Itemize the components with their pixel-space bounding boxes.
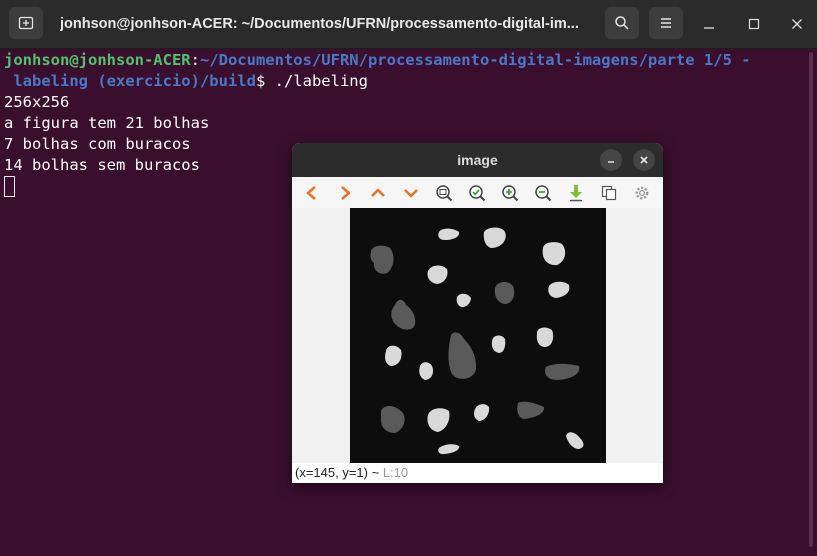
minimize-icon [608,161,614,163]
minimize-icon [704,27,714,29]
search-icon [615,16,629,30]
prompt-separator: : [190,51,200,69]
image-close-button[interactable] [633,149,655,171]
copy-icon [601,185,617,201]
hamburger-menu-icon [661,18,671,28]
zoom-100-icon [469,185,486,202]
window-title: jonhson@jonhson-ACER: ~/Documentos/UFRN/… [60,16,579,32]
image-minimize-button[interactable] [600,149,622,171]
terminal-titlebar: jonhson@jonhson-ACER: ~/Documentos/UFRN/… [0,0,817,49]
save-button[interactable] [565,182,587,204]
close-icon [640,156,648,164]
cursor-coordinates: (x=145, y=1) ~ [295,465,383,480]
zoom-fit-button[interactable] [433,182,455,204]
pan-down-button[interactable] [400,182,422,204]
image-toolbar [292,177,663,209]
menu-button[interactable] [649,7,683,39]
prompt-path-line1: ~/Documentos/UFRN/processamento-digital-… [199,51,751,69]
close-button[interactable] [787,14,807,34]
properties-button[interactable] [631,182,653,204]
pan-up-icon [371,188,385,197]
image-window-titlebar: image [292,143,663,177]
output-line: 256x256 [4,93,70,111]
pan-up-button[interactable] [367,182,389,204]
status-bar: (x=145, y=1) ~ L:10 [292,463,663,483]
copy-button[interactable] [598,182,620,204]
output-line: 14 bolhas sem buracos [4,156,200,174]
prompt-user: jonhson@jonhson-ACER [4,51,191,69]
save-icon [570,185,582,202]
close-icon [792,19,802,29]
search-button[interactable] [605,7,639,39]
image-canvas-area[interactable] [292,208,663,464]
labeled-image[interactable] [350,208,606,464]
zoom-fit-icon [436,185,453,202]
image-window: image (x=145, y=1) ~ L:10 [292,143,663,483]
pixel-level: L:10 [382,465,409,480]
pan-right-button[interactable] [334,182,356,204]
zoom-out-button[interactable] [532,182,554,204]
terminal-scrollbar[interactable] [809,52,813,547]
terminal-cursor [4,176,15,197]
maximize-icon [748,18,760,30]
zoom-100-button[interactable] [466,182,488,204]
pan-left-button[interactable] [301,182,323,204]
zoom-in-icon [502,185,519,202]
prompt-path-line2: labeling (exercicio)/build [4,72,256,90]
pan-left-icon [306,186,316,200]
command-text: ./labeling [274,72,368,90]
zoom-in-button[interactable] [499,182,521,204]
blob [536,327,554,347]
maximize-button[interactable] [744,14,764,34]
output-line: 7 bolhas com buracos [4,135,191,153]
pan-down-icon [404,189,418,198]
properties-icon [635,186,649,200]
output-line: a figura tem 21 bolhas [4,114,210,132]
prompt-symbol: $ [255,72,275,90]
new-tab-button[interactable] [9,7,43,39]
new-tab-icon [18,16,34,30]
pan-right-icon [341,186,351,200]
zoom-out-icon [535,185,552,202]
minimize-button[interactable] [699,14,719,34]
